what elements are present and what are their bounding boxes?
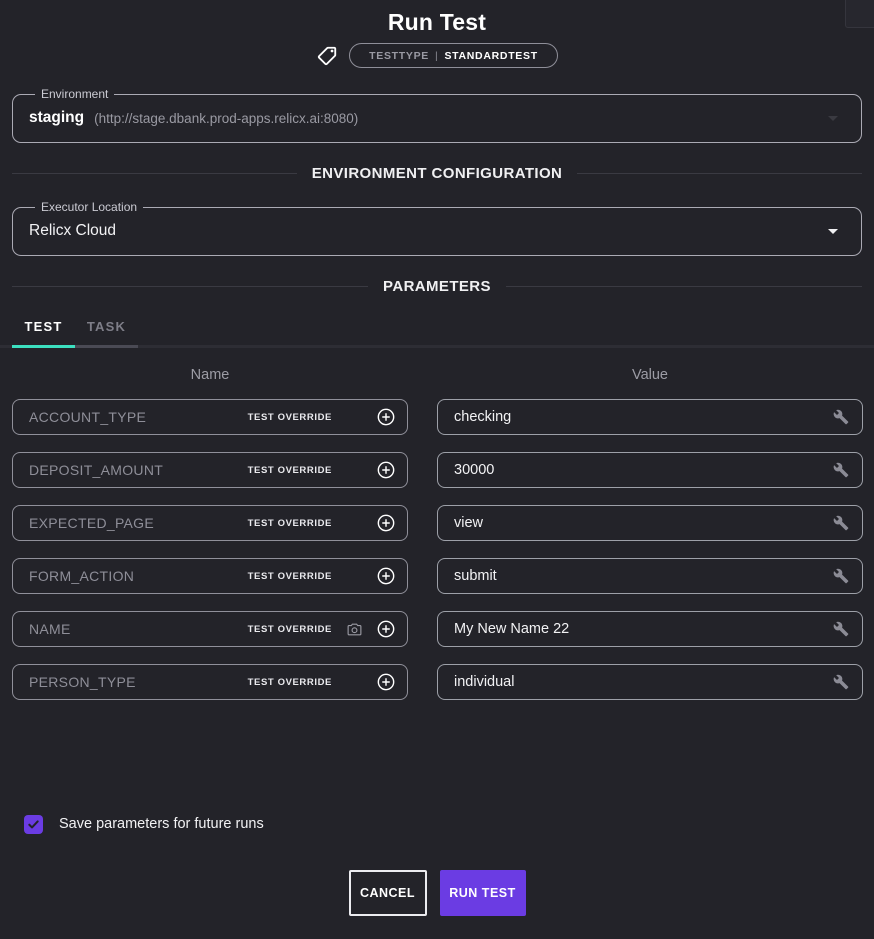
- wrench-icon[interactable]: [833, 674, 849, 690]
- param-name-field[interactable]: EXPECTED_PAGE TEST OVERRIDE: [12, 505, 408, 541]
- param-value-text: individual: [454, 674, 514, 690]
- badge-separator: |: [435, 50, 438, 62]
- add-override-icon[interactable]: [376, 460, 396, 480]
- executor-location-select[interactable]: Executor Location Relicx Cloud: [12, 200, 862, 256]
- param-name-field[interactable]: FORM_ACTION TEST OVERRIDE: [12, 558, 408, 594]
- param-value-field[interactable]: checking: [437, 399, 863, 435]
- wrench-icon[interactable]: [833, 515, 849, 531]
- environment-configuration-title: ENVIRONMENT CONFIGURATION: [312, 165, 563, 182]
- parameters-title: PARAMETERS: [383, 278, 491, 295]
- param-value-field[interactable]: My New Name 22: [437, 611, 863, 647]
- test-override-label: TEST OVERRIDE: [248, 412, 332, 423]
- param-value-field[interactable]: 30000: [437, 452, 863, 488]
- param-name-field[interactable]: ACCOUNT_TYPE TEST OVERRIDE: [12, 399, 408, 435]
- action-buttons: CANCEL RUN TEST: [0, 870, 874, 916]
- chevron-down-icon: [821, 106, 845, 130]
- badge-type-label: TESTTYPE: [369, 50, 429, 62]
- param-name-text: FORM_ACTION: [29, 568, 134, 584]
- executor-location-value: Relicx Cloud: [29, 222, 116, 240]
- run-test-button[interactable]: RUN TEST: [440, 870, 526, 916]
- param-value-text: My New Name 22: [454, 621, 569, 637]
- badge-value-label: STANDARDTEST: [444, 50, 537, 62]
- table-row: ACCOUNT_TYPE TEST OVERRIDE checking: [12, 399, 862, 435]
- param-value-field[interactable]: submit: [437, 558, 863, 594]
- tag-icon: [316, 45, 338, 67]
- param-value-text: 30000: [454, 462, 494, 478]
- camera-icon[interactable]: [346, 621, 363, 638]
- table-row: EXPECTED_PAGE TEST OVERRIDE view: [12, 505, 862, 541]
- save-parameters-label: Save parameters for future runs: [59, 816, 264, 832]
- page-title: Run Test: [0, 0, 874, 36]
- parameters-tabs: TEST TASK: [0, 311, 874, 348]
- param-name-text: PERSON_TYPE: [29, 674, 136, 690]
- param-name-field[interactable]: PERSON_TYPE TEST OVERRIDE: [12, 664, 408, 700]
- column-header-name: Name: [12, 367, 408, 383]
- table-row: FORM_ACTION TEST OVERRIDE submit: [12, 558, 862, 594]
- table-row: DEPOSIT_AMOUNT TEST OVERRIDE 30000: [12, 452, 862, 488]
- param-value-field[interactable]: individual: [437, 664, 863, 700]
- test-override-label: TEST OVERRIDE: [248, 571, 332, 582]
- save-parameters-row: Save parameters for future runs: [24, 814, 874, 834]
- test-type-badge: TESTTYPE | STANDARDTEST: [349, 43, 558, 68]
- column-header-value: Value: [437, 367, 863, 383]
- param-name-text: ACCOUNT_TYPE: [29, 409, 146, 425]
- executor-location-label: Executor Location: [35, 200, 143, 214]
- environment-value: staging: [29, 109, 84, 127]
- param-value-text: submit: [454, 568, 497, 584]
- scrollbar-thumb[interactable]: [845, 0, 874, 28]
- tab-test[interactable]: TEST: [12, 311, 75, 348]
- environment-configuration-divider: ENVIRONMENT CONFIGURATION: [12, 164, 862, 182]
- parameter-rows: ACCOUNT_TYPE TEST OVERRIDE checking DEPO…: [0, 399, 874, 700]
- param-name-field[interactable]: NAME TEST OVERRIDE: [12, 611, 408, 647]
- param-name-text: EXPECTED_PAGE: [29, 515, 154, 531]
- param-name-field[interactable]: DEPOSIT_AMOUNT TEST OVERRIDE: [12, 452, 408, 488]
- table-row: PERSON_TYPE TEST OVERRIDE individual: [12, 664, 862, 700]
- parameters-divider: PARAMETERS: [12, 277, 862, 295]
- test-override-label: TEST OVERRIDE: [248, 518, 332, 529]
- param-value-text: checking: [454, 409, 511, 425]
- chevron-down-icon: [821, 219, 845, 243]
- add-override-icon[interactable]: [376, 407, 396, 427]
- cancel-button[interactable]: CANCEL: [349, 870, 427, 916]
- tab-task[interactable]: TASK: [75, 311, 138, 348]
- param-value-field[interactable]: view: [437, 505, 863, 541]
- wrench-icon[interactable]: [833, 568, 849, 584]
- add-override-icon[interactable]: [376, 672, 396, 692]
- add-override-icon[interactable]: [376, 566, 396, 586]
- environment-select-label: Environment: [35, 87, 114, 101]
- add-override-icon[interactable]: [376, 513, 396, 533]
- param-value-text: view: [454, 515, 483, 531]
- save-parameters-checkbox[interactable]: [24, 815, 43, 834]
- test-override-label: TEST OVERRIDE: [248, 677, 332, 688]
- test-override-label: TEST OVERRIDE: [248, 465, 332, 476]
- wrench-icon[interactable]: [833, 462, 849, 478]
- environment-select[interactable]: Environment staging (http://stage.dbank.…: [12, 87, 862, 143]
- test-type-badge-row: TESTTYPE | STANDARDTEST: [0, 42, 874, 69]
- table-row: NAME TEST OVERRIDE My New Name 22: [12, 611, 862, 647]
- wrench-icon[interactable]: [833, 409, 849, 425]
- environment-url: (http://stage.dbank.prod-apps.relicx.ai:…: [94, 111, 358, 126]
- column-headers: Name Value: [12, 367, 862, 383]
- add-override-icon[interactable]: [376, 619, 396, 639]
- wrench-icon[interactable]: [833, 621, 849, 637]
- param-name-text: NAME: [29, 621, 71, 637]
- param-name-text: DEPOSIT_AMOUNT: [29, 462, 163, 478]
- test-override-label: TEST OVERRIDE: [248, 624, 332, 635]
